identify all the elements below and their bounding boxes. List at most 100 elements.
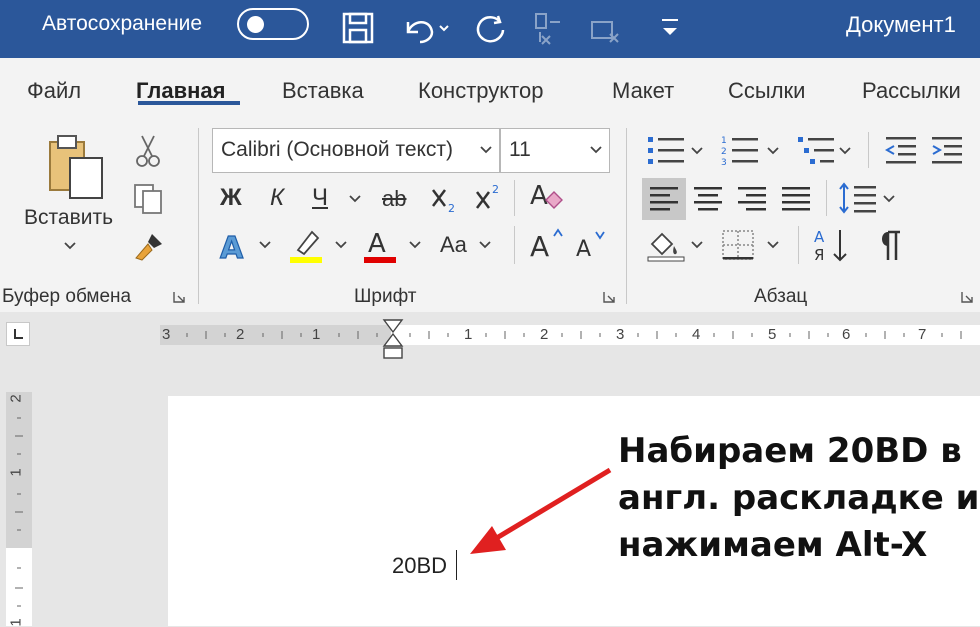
text-effects-chevron-icon[interactable] <box>258 240 272 250</box>
separator <box>826 180 827 216</box>
underline-chevron-icon[interactable] <box>348 194 362 204</box>
superscript-icon[interactable]: 2 <box>474 182 504 212</box>
font-name-value: Calibri (Основной текст) <box>221 138 454 161</box>
shrink-font-icon[interactable]: A <box>574 228 608 262</box>
active-tab-indicator <box>138 101 240 105</box>
redo-icon[interactable] <box>470 8 510 48</box>
font-size-combobox[interactable]: 11 <box>500 128 610 173</box>
shading-chevron-icon[interactable] <box>690 240 704 250</box>
svg-text:3: 3 <box>721 158 727 168</box>
ruler-label: 7 <box>918 326 927 343</box>
document-title: Документ1 <box>846 12 956 37</box>
svg-text:A: A <box>220 231 244 264</box>
font-name-chevron-icon[interactable] <box>479 145 493 155</box>
font-color-icon[interactable]: A <box>362 226 398 264</box>
borders-chevron-icon[interactable] <box>766 240 780 250</box>
clear-formatting-icon[interactable]: A <box>528 178 564 216</box>
font-name-combobox[interactable]: Calibri (Основной текст) <box>212 128 500 173</box>
italic-button[interactable]: К <box>270 184 284 212</box>
highlight-chevron-icon[interactable] <box>334 240 348 250</box>
subscript-icon[interactable]: 2 <box>430 184 460 214</box>
tab-stop-selector[interactable] <box>6 322 30 346</box>
ruler-label: 1 <box>312 326 321 343</box>
svg-text:A: A <box>530 230 549 262</box>
change-case-chevron-icon[interactable] <box>478 240 492 250</box>
svg-text:A: A <box>530 181 548 211</box>
toggle-knob <box>247 16 264 33</box>
align-left-icon <box>650 187 678 211</box>
annotation-line: англ. раскладке и <box>618 478 980 518</box>
tab-insert[interactable]: Вставка <box>282 78 364 104</box>
ruler-label: 3 <box>162 326 171 343</box>
show-formatting-marks-icon[interactable] <box>876 228 906 262</box>
touch-mode-icon <box>535 13 560 45</box>
borders-icon[interactable] <box>720 228 756 262</box>
annotation-line: Набираем 20BD в <box>618 431 962 471</box>
ruler-label: 1 <box>464 326 473 343</box>
numbering-icon[interactable]: 1 2 3 <box>720 134 760 168</box>
sort-icon[interactable]: А Я <box>812 226 852 264</box>
numbering-chevron-icon[interactable] <box>766 146 780 156</box>
vertical-ruler-ticks <box>15 417 23 607</box>
align-right-icon[interactable] <box>736 184 768 214</box>
ruler-label: 5 <box>768 326 777 343</box>
highlight-icon[interactable] <box>288 226 324 264</box>
svg-text:2: 2 <box>492 183 499 196</box>
save-icon[interactable] <box>338 8 378 48</box>
tab-references[interactable]: Ссылки <box>728 78 805 104</box>
left-tab-icon <box>14 329 23 339</box>
font-launcher-icon[interactable] <box>602 290 616 304</box>
shading-icon[interactable] <box>646 228 686 262</box>
copy-icon[interactable] <box>132 182 164 216</box>
clipboard-launcher-icon[interactable] <box>172 290 186 304</box>
multilevel-chevron-icon[interactable] <box>838 146 852 156</box>
cut-icon[interactable] <box>134 134 162 168</box>
font-size-chevron-icon[interactable] <box>589 145 603 155</box>
group-separator <box>198 128 199 304</box>
decrease-indent-icon[interactable] <box>884 134 918 168</box>
svg-text:2: 2 <box>448 202 455 214</box>
font-color-chevron-icon[interactable] <box>408 240 422 250</box>
change-case-button[interactable]: Aa <box>440 232 467 258</box>
align-center-icon[interactable] <box>692 184 724 214</box>
bullets-chevron-icon[interactable] <box>690 146 704 156</box>
tab-mailings[interactable]: Рассылки <box>862 78 961 104</box>
tab-layout[interactable]: Макет <box>612 78 674 104</box>
bullets-icon[interactable] <box>646 134 686 168</box>
autosave-toggle[interactable] <box>237 8 309 40</box>
tab-design[interactable]: Конструктор <box>418 78 543 104</box>
separator <box>798 226 799 264</box>
tab-file[interactable]: Файл <box>27 78 81 104</box>
underline-button[interactable]: Ч <box>312 184 328 212</box>
indent-markers-icon[interactable] <box>382 318 404 362</box>
paste-dropdown-chevron-icon[interactable] <box>62 240 78 252</box>
justify-icon[interactable] <box>780 184 812 214</box>
ruler-label: 4 <box>692 326 701 343</box>
annotation-arrow <box>470 467 612 554</box>
paste-label[interactable]: Вставить <box>24 206 113 230</box>
ruler-label: 6 <box>842 326 851 343</box>
line-spacing-chevron-icon[interactable] <box>882 194 896 204</box>
undo-icon[interactable] <box>398 8 454 48</box>
vertical-ruler-label: 1 <box>7 468 25 477</box>
grow-font-icon[interactable]: A <box>528 226 564 262</box>
customize-toolbar-icon[interactable] <box>650 8 690 48</box>
format-painter-icon[interactable] <box>132 230 166 262</box>
svg-text:1: 1 <box>721 136 727 146</box>
paragraph-launcher-icon[interactable] <box>960 290 974 304</box>
svg-text:A: A <box>576 237 591 262</box>
align-left-button[interactable] <box>642 178 686 220</box>
increase-indent-icon[interactable] <box>930 134 964 168</box>
line-spacing-icon[interactable] <box>838 180 878 216</box>
typed-text: 20BD <box>392 553 448 578</box>
paragraph-group-label: Абзац <box>754 286 808 307</box>
text-effects-icon[interactable]: A <box>218 228 252 264</box>
multilevel-list-icon[interactable] <box>796 134 836 168</box>
strikethrough-button[interactable]: ab <box>382 186 406 212</box>
text-cursor <box>456 550 457 580</box>
annotation-text: Набираем 20BD в англ. раскладке и нажима… <box>618 428 980 569</box>
separator <box>514 180 515 216</box>
ruler-label: 3 <box>616 326 625 343</box>
paste-icon[interactable] <box>46 132 108 204</box>
bold-button[interactable]: Ж <box>220 184 242 212</box>
